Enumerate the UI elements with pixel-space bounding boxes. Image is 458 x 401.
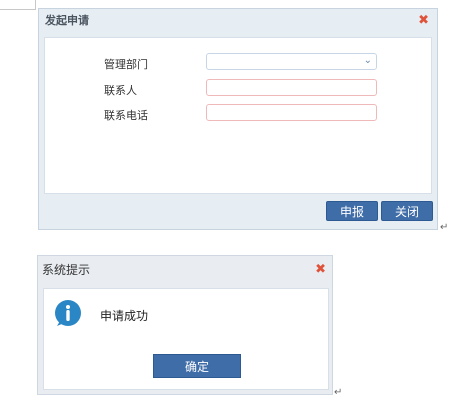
message-text: 申请成功 [100,309,149,323]
dialog-footer: 申报 关闭 [44,197,433,224]
field-label: 管理部门 [104,58,148,71]
close-icon[interactable]: ✖ [315,262,326,277]
department-select[interactable]: ⌄ [206,53,377,70]
phone-input[interactable] [206,104,377,121]
field-row-contact: 联系人 [45,79,431,101]
document-corner [0,0,36,10]
chevron-down-icon[interactable]: ⌄ [364,55,372,66]
close-icon[interactable]: ✖ [418,13,429,28]
paragraph-mark: ↵ [334,387,343,398]
prompt-dialog: 系统提示 ✖ 申请成功 确定 [37,255,333,395]
field-row-department: 管理部门 ⌄ [45,53,431,75]
contact-input[interactable] [206,79,377,96]
apply-dialog: 发起申请 ✖ 管理部门 ⌄ 联系人 联系电话 申报 关闭 [38,8,438,230]
field-label: 联系人 [104,84,137,97]
dialog-body: 申请成功 确定 [43,288,329,390]
close-button[interactable]: 关闭 [381,201,433,221]
field-label: 联系电话 [104,109,148,122]
dialog-title: 发起申请 [45,14,89,27]
dialog-title: 系统提示 [42,263,91,277]
paragraph-mark: ↵ [440,222,449,233]
field-row-phone: 联系电话 [45,104,431,126]
info-icon [55,300,81,326]
ok-button[interactable]: 确定 [153,354,241,378]
dialog-body: 管理部门 ⌄ 联系人 联系电话 [44,37,432,194]
submit-button[interactable]: 申报 [326,201,378,221]
